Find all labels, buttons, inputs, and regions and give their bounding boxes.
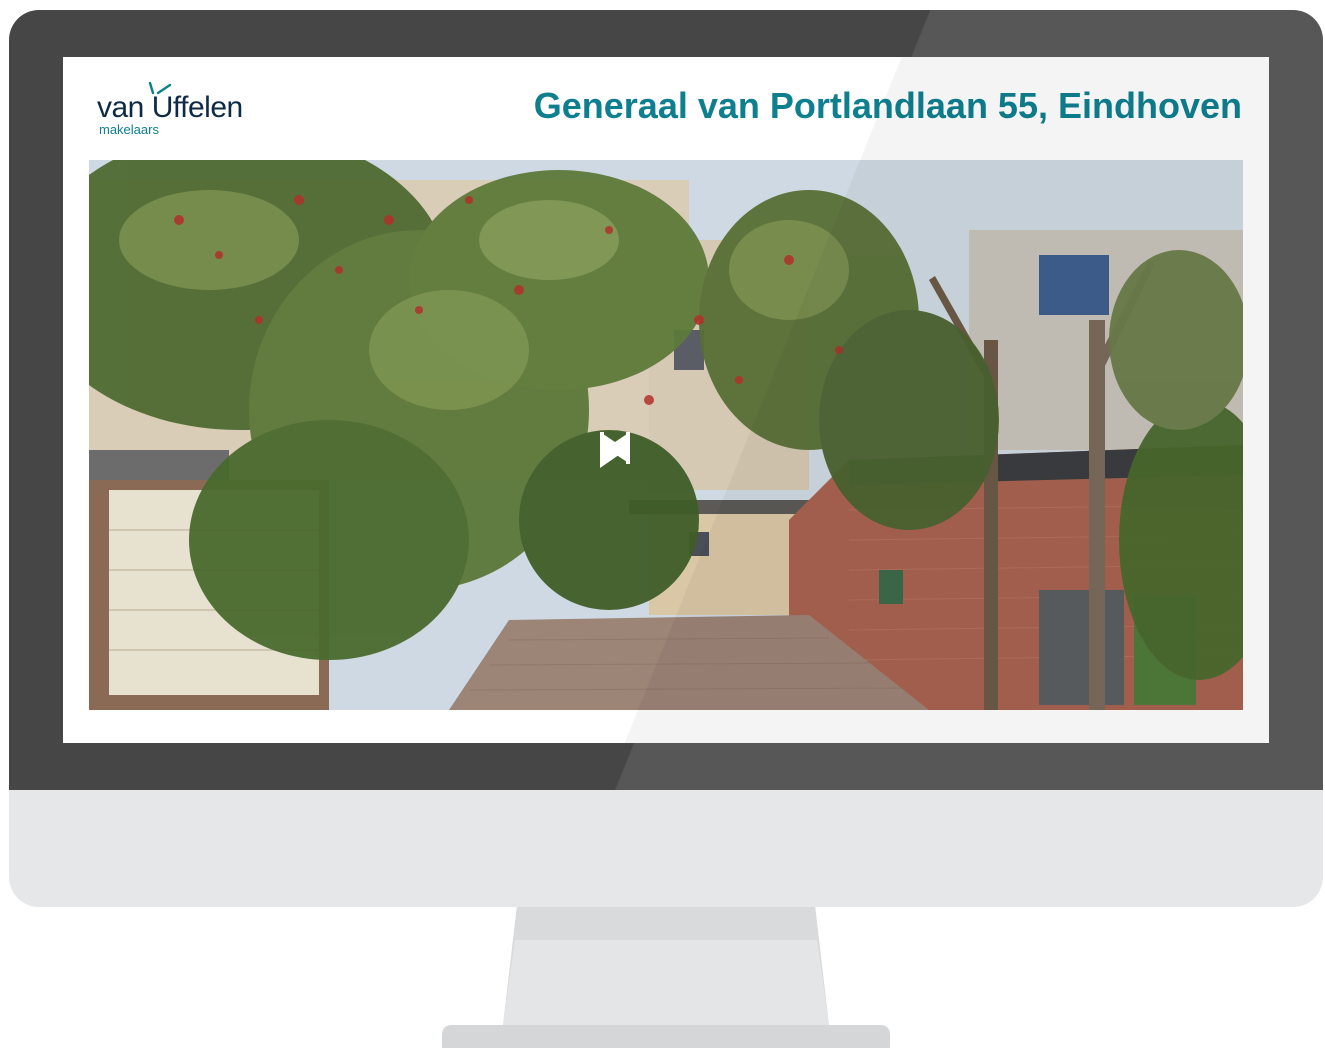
slideshow-controls xyxy=(598,430,638,470)
slideshow-screen: van Uffelen makelaars Generaal van Portl… xyxy=(63,57,1269,743)
desktop-monitor-mockup: van Uffelen makelaars Generaal van Portl… xyxy=(0,0,1325,1048)
property-photo-illustration xyxy=(89,160,1243,710)
listing-address-title: Generaal van Portlandlaan 55, Eindhoven xyxy=(533,85,1242,126)
logo-wordmark: van Uffelen xyxy=(97,91,243,124)
van-uffelen-logo[interactable]: van Uffelen makelaars xyxy=(97,79,267,139)
logo-tagline: makelaars xyxy=(99,122,159,137)
monitor-stand xyxy=(0,905,1325,1048)
property-photo[interactable] xyxy=(89,160,1243,710)
monitor-chin xyxy=(9,789,1323,907)
